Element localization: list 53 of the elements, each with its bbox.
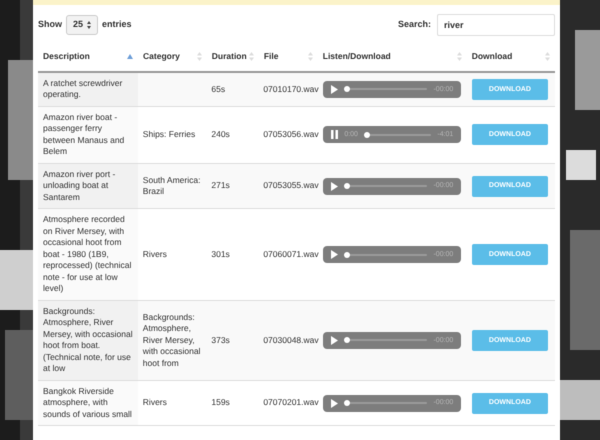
column-header[interactable]: Download [466,42,555,71]
duration-cell: 65s [211,84,226,95]
description-cell: Backgrounds: Atmosphere, River Mersey, with occasional hoot from boat. (Technical note, for use at low [43,306,133,374]
category-cell: Backgrounds: Atmosphere, River Mersey, with occasional hoot from [142,312,202,369]
duration-cell: 373s [211,334,230,346]
sort-icon [308,52,313,61]
progress-thumb[interactable] [344,183,350,189]
entries-select[interactable]: 25 [66,15,98,35]
column-header[interactable]: Description [38,42,138,71]
progress-thumb[interactable] [344,86,350,92]
column-header[interactable]: Duration [206,42,259,71]
sort-icon [456,52,462,61]
progress-thumb[interactable] [344,252,350,258]
progress-thumb[interactable] [344,400,350,406]
duration-cell: 240s [211,129,230,140]
search-label: Search: [398,18,431,32]
column-header[interactable]: Category [138,42,207,71]
file-cell: 07010170.wav [263,84,319,95]
play-icon[interactable] [331,336,338,345]
duration-cell: 159s [211,397,230,409]
progress-thumb[interactable] [364,132,370,138]
description-cell: Bangkok Riverside atmosphere, with sounds of various small [43,386,132,419]
play-icon[interactable] [331,84,338,94]
progress-thumb[interactable] [344,337,350,344]
duration-cell: 301s [211,248,230,260]
column-header[interactable]: Listen/Download [318,42,467,71]
file-cell: 07060071.wav [263,248,319,260]
category-cell: South America: Brazil [142,174,202,198]
description-cell: Amazon river boat - passenger ferry between Manaus and Belem [43,112,124,156]
entries-label: entries [102,18,132,32]
file-cell: 07030048.wav [263,334,319,346]
play-icon[interactable] [331,250,338,259]
sort-icon [248,52,254,61]
show-label: Show [38,18,62,32]
sort-icon [544,52,550,61]
description-cell: Atmosphere recorded on River Mersey, with occasional hoot from boat - 1980 (1B9, reprocessed) (technical note - for use at low level) [43,214,132,294]
category-cell: Rivers [142,397,167,409]
category-cell: Ships: Ferries [142,129,196,140]
duration-cell: 271s [211,180,230,192]
sort-icon [196,52,202,61]
file-cell: 07053056.wav [263,129,319,140]
search-field[interactable]: river [437,14,555,36]
play-icon[interactable] [331,398,338,408]
sort-ascending-icon [127,54,134,59]
file-cell: 07053055.wav [263,180,319,192]
play-icon[interactable] [331,182,338,190]
stepper-icon [87,21,91,29]
pause-icon[interactable] [331,130,338,140]
description-cell: A ratchet screwdriver operating. [43,78,122,100]
category-cell: Rivers [142,248,167,260]
description-cell: Amazon river port - unloading boat at Santarem [43,168,116,202]
column-header[interactable]: File [258,42,318,71]
file-cell: 07070201.wav [263,397,319,409]
